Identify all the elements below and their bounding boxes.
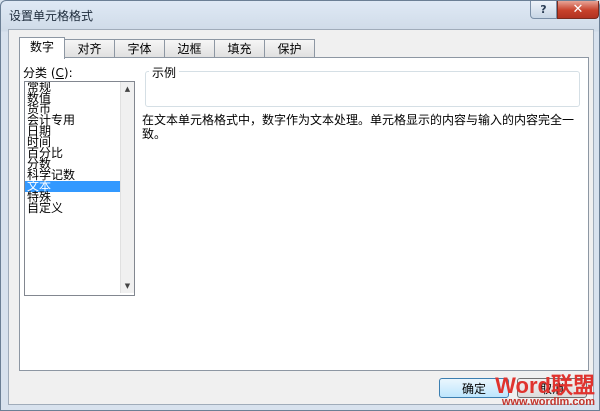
sample-group: 示例	[145, 64, 580, 107]
tab-border[interactable]: 边框	[164, 39, 215, 57]
vertical-scrollbar[interactable]: ▲ ▼	[120, 82, 134, 293]
format-cells-dialog: 设置单元格格式 ? ✕ 数字 对齐 字体 边框 填充 保护 分类 (C): 常规…	[0, 0, 600, 411]
category-list: 常规 数值 货币 会计专用 日期 时间 百分比 分数 科学记数 文本 特殊 自定…	[25, 82, 120, 214]
dialog-title: 设置单元格格式	[9, 9, 94, 23]
category-listbox[interactable]: 常规 数值 货币 会计专用 日期 时间 百分比 分数 科学记数 文本 特殊 自定…	[24, 81, 135, 296]
watermark: Word联盟 www.wordlm.com	[495, 375, 595, 408]
close-button[interactable]: ✕	[557, 1, 599, 19]
scroll-up-icon[interactable]: ▲	[122, 83, 133, 95]
dialog-body: 数字 对齐 字体 边框 填充 保护 分类 (C): 常规 数值 货币 会计专用 …	[8, 29, 594, 405]
title-bar[interactable]: 设置单元格格式 ? ✕	[1, 1, 599, 27]
tab-font[interactable]: 字体	[114, 39, 165, 57]
tab-protection[interactable]: 保护	[264, 39, 315, 57]
tab-number[interactable]: 数字	[19, 37, 65, 59]
scroll-down-icon[interactable]: ▼	[122, 280, 133, 292]
category-label: 分类 (C):	[23, 66, 73, 80]
help-button[interactable]: ?	[530, 1, 557, 19]
tab-alignment[interactable]: 对齐	[64, 39, 115, 57]
sample-legend: 示例	[149, 64, 180, 81]
watermark-logo: Word联盟	[495, 373, 595, 398]
number-tab-panel: 分类 (C): 常规 数值 货币 会计专用 日期 时间 百分比 分数 科学记数 …	[19, 57, 589, 371]
tab-fill[interactable]: 填充	[214, 39, 265, 57]
list-item[interactable]: 自定义	[25, 202, 120, 214]
format-description: 在文本单元格格式中，数字作为文本处理。单元格显示的内容与输入的内容完全一致。	[142, 113, 575, 141]
watermark-url: www.wordlm.com	[501, 396, 595, 408]
